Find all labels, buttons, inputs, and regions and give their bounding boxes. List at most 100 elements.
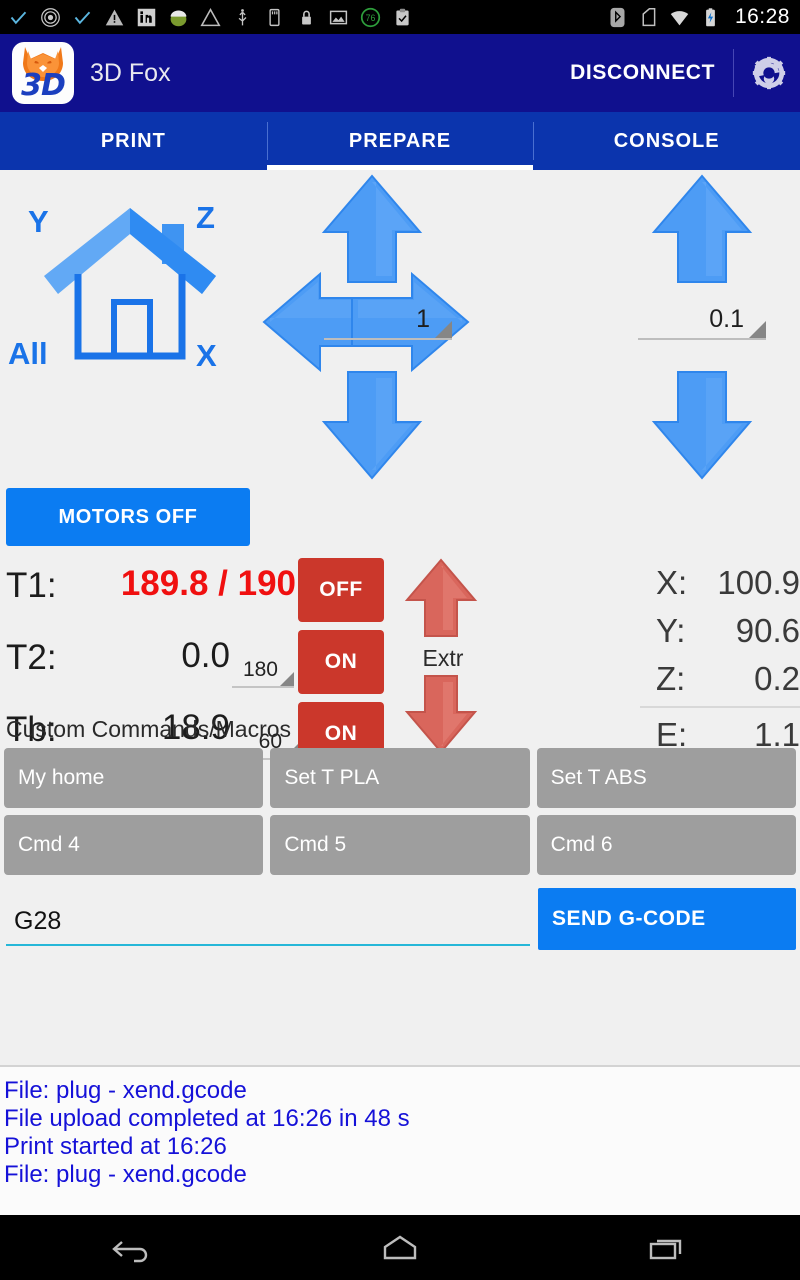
gcode-input[interactable]: G28 [6, 890, 530, 946]
gcode-row: G28 SEND G-CODE [4, 888, 796, 952]
xy-jog-pad: 1 [258, 170, 486, 480]
sim-icon [642, 7, 656, 26]
temperature-row-t2: T2: 0.0 180 ON [0, 626, 386, 698]
macro-button-3[interactable]: Set T ABS [536, 748, 796, 808]
z-step-value: 0.1 [709, 305, 744, 333]
clipboard-icon [396, 8, 409, 25]
home-x-label: X [196, 338, 217, 373]
prepare-panel: Y Z All X 1 0.1 MOTORS OFF T1: 189.8 / 1… [0, 170, 800, 1062]
log-line: Print started at 16:26 [4, 1133, 227, 1160]
usb-icon [238, 8, 247, 25]
home-z-label: Z [196, 200, 215, 235]
jog-controls: Y Z All X 1 0.1 [0, 170, 800, 480]
log-line: File: plug - xend.gcode [4, 1161, 247, 1188]
t2-label: T2: [6, 638, 57, 677]
t2-value: 0.0 [181, 636, 230, 675]
status-bar-clock: 16:28 [734, 5, 790, 28]
extruder-controls: Extr [398, 558, 484, 759]
send-gcode-button[interactable]: SEND G-CODE [538, 888, 796, 950]
record-icon [41, 7, 60, 27]
extrude-down-button[interactable] [403, 674, 479, 754]
disconnect-button[interactable]: DISCONNECT [570, 61, 715, 85]
app-screen: 76 16:28 3D 3D Fox DISCONNECT PRINT PREP… [0, 0, 800, 1280]
app-bar: 3D 3D Fox DISCONNECT [0, 34, 800, 112]
xy-step-spinner[interactable]: 1 [324, 294, 452, 340]
tab-console[interactable]: CONSOLE [533, 112, 800, 170]
wifi-icon [670, 10, 689, 25]
status-bar-right-icons: 16:28 [607, 5, 790, 29]
home-all-button[interactable]: Y Z All X [6, 176, 254, 376]
home-y-label: Y [28, 204, 49, 239]
jog-z-minus-button[interactable] [650, 370, 754, 480]
tab-print[interactable]: PRINT [0, 112, 267, 170]
log-panel[interactable]: File: plug - xend.gcode File upload comp… [0, 1065, 800, 1215]
extrude-up-button[interactable] [403, 558, 479, 638]
position-readout: X: 100.9 Y: 90.6 Z: 0.2 E: 1.1 [640, 562, 800, 758]
battery-count-icon: 76 [360, 7, 381, 27]
appbar-divider [733, 49, 734, 97]
warning-icon [105, 9, 124, 25]
z-step-spinner[interactable]: 0.1 [638, 294, 766, 340]
t2-toggle-button[interactable]: ON [298, 630, 384, 694]
macro-button-5[interactable]: Cmd 5 [270, 815, 530, 875]
xy-step-value: 1 [416, 305, 430, 333]
temperature-row-t1: T1: 189.8 / 190 OFF [0, 554, 386, 626]
t1-value: 189.8 / 190 [120, 564, 296, 603]
t1-toggle-button[interactable]: OFF [298, 558, 384, 622]
android-status-bar: 76 16:28 [0, 0, 800, 34]
macro-button-6[interactable]: Cmd 6 [536, 815, 796, 875]
android-nav-bar [0, 1215, 800, 1280]
x-value: 100.9 [717, 564, 800, 601]
t2-setpoint-spinner[interactable]: 180 [232, 646, 294, 688]
log-line: File upload completed at 16:26 in 48 s [4, 1105, 410, 1132]
chevron-down-icon [749, 321, 766, 338]
x-label: X: [656, 564, 688, 601]
jog-y-minus-button[interactable] [320, 370, 424, 480]
home-icon[interactable] [379, 1232, 421, 1264]
chevron-down-icon [435, 321, 452, 338]
battery-charging-icon [706, 7, 715, 26]
position-row-y: Y: 90.6 [640, 610, 800, 658]
log-line: File: plug - xend.gcode [4, 1077, 247, 1104]
y-label: Y: [656, 612, 686, 649]
chevron-down-icon [280, 672, 294, 686]
macro-button-4[interactable]: Cmd 4 [4, 815, 264, 875]
gear-icon[interactable] [752, 56, 786, 90]
home-all-label: All [8, 336, 48, 371]
tab-bar: PRINT PREPARE CONSOLE [0, 112, 800, 170]
warning-triangle-icon [200, 7, 221, 26]
jog-z-plus-button[interactable] [650, 174, 754, 284]
recents-icon[interactable] [646, 1232, 688, 1264]
z-value: 0.2 [754, 660, 800, 697]
linkedin-icon [137, 8, 156, 26]
app-logo: 3D [12, 42, 74, 104]
z-label: Z: [656, 660, 686, 697]
bluetooth-icon [610, 7, 625, 27]
z-jog-pad: 0.1 [560, 170, 788, 480]
app-title: 3D Fox [90, 58, 171, 87]
jog-y-plus-button[interactable] [320, 174, 424, 284]
y-value: 90.6 [735, 612, 800, 649]
app-logo-text: 3D [21, 68, 66, 103]
macros-title: Custom Commands/Macros [6, 716, 292, 742]
download-icon [170, 10, 187, 26]
position-row-z: Z: 0.2 [640, 658, 800, 706]
status-bar-left-icons: 76 [8, 7, 607, 28]
check-icon [10, 11, 27, 24]
sdcard-icon [269, 8, 280, 26]
t2-setpoint-value: 180 [242, 658, 278, 681]
macro-grid: My home Set T PLA Set T ABS Cmd 4 Cmd 5 … [4, 748, 796, 875]
check-icon [74, 11, 91, 24]
gcode-input-value: G28 [14, 907, 62, 935]
svg-text:76: 76 [366, 13, 376, 23]
tab-prepare[interactable]: PREPARE [266, 112, 534, 170]
back-icon[interactable] [112, 1232, 154, 1264]
motors-off-button[interactable]: MOTORS OFF [6, 488, 250, 546]
position-row-x: X: 100.9 [640, 562, 800, 610]
lock-icon [302, 10, 311, 24]
extruder-label: Extr [422, 645, 464, 671]
macro-button-2[interactable]: Set T PLA [270, 748, 530, 808]
t1-label: T1: [6, 566, 57, 605]
image-icon [329, 10, 348, 24]
macro-button-1[interactable]: My home [4, 748, 264, 808]
